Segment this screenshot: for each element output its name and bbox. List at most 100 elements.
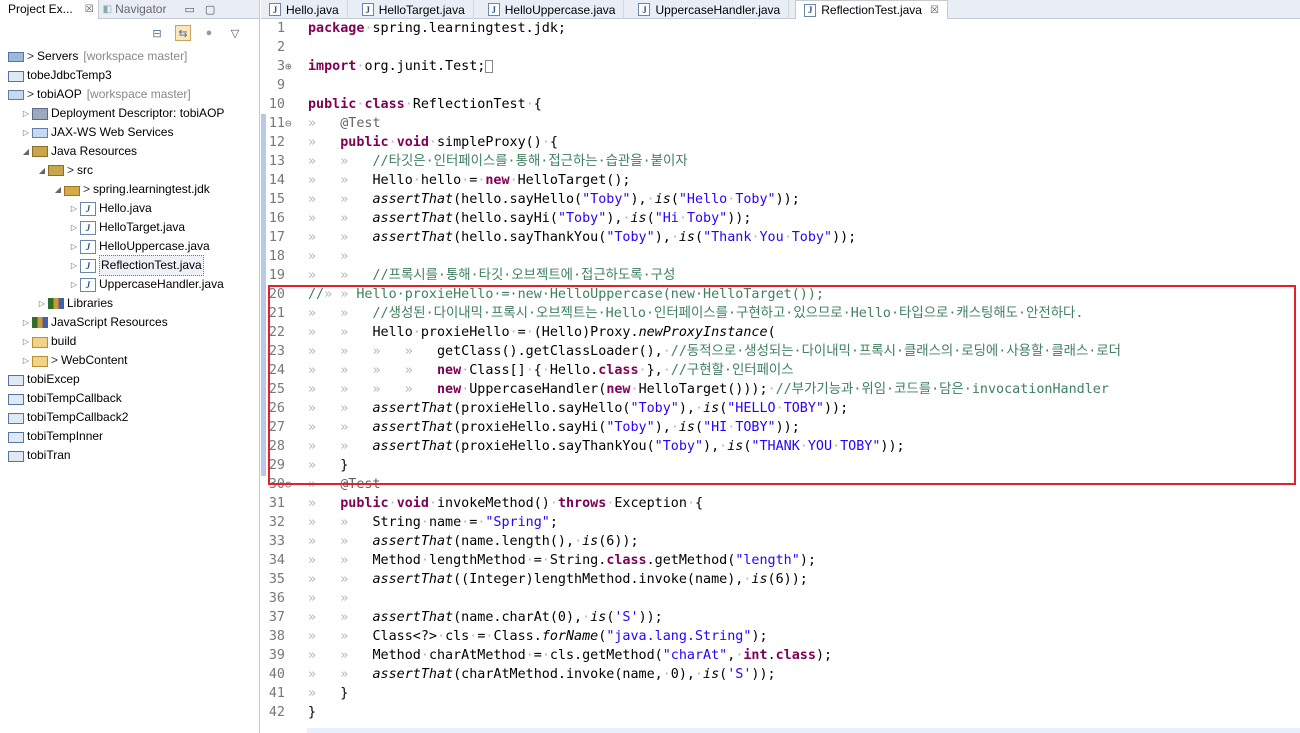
expand-arrow-icon[interactable]: ▷ [68, 237, 80, 256]
code-line[interactable]: 16 » » assertThat(hello.sayHi("Toby"),·is… [261, 209, 1300, 228]
code-line[interactable]: 22 » » Hello·proxieHello·=·(Hello)Proxy.n… [261, 323, 1300, 342]
code-line[interactable]: 34 » » Method·lengthMethod·=·String.class… [261, 551, 1300, 570]
link-with-editor-icon[interactable]: ⇆ [175, 25, 191, 41]
collapse-all-icon[interactable]: ⊟ [149, 25, 165, 41]
fold-toggle-icon[interactable]: ⊖ [285, 478, 292, 491]
code-line[interactable]: 38 » » Class<?>·cls·=·Class.forName("java… [261, 627, 1300, 646]
git-status-prefix: > [27, 49, 35, 63]
tree-item[interactable]: tobiExcep [0, 370, 259, 389]
line-number: 11 [268, 116, 285, 131]
tree-item[interactable]: ▷ Deployment Descriptor: tobiAOP [0, 104, 259, 123]
tree-item[interactable]: ▷ build [0, 332, 259, 351]
code-line[interactable]: 40 » » assertThat(charAtMethod.invoke(nam… [261, 665, 1300, 684]
code-line[interactable]: 20 //» » Hello·proxieHello·=·new·HelloUpp… [261, 285, 1300, 304]
fold-toggle-icon[interactable]: ⊕ [285, 60, 292, 73]
code-line[interactable]: 9 [261, 76, 1300, 95]
editor-tab[interactable]: J UppercaseHandler.java [630, 0, 790, 19]
tree-item[interactable]: ◢ Java Resources [0, 142, 259, 161]
code-line[interactable]: 26 » » assertThat(proxieHello.sayHello("T… [261, 399, 1300, 418]
fold-toggle-icon[interactable]: ⊖ [285, 117, 292, 130]
editor-tab[interactable]: J HelloUppercase.java [480, 0, 625, 19]
code-line[interactable]: 33 » » assertThat(name.length(),·is(6)); [261, 532, 1300, 551]
expand-arrow-icon[interactable]: ◢ [20, 142, 32, 161]
tree-item[interactable]: ▷ J ReflectionTest.java [0, 255, 259, 276]
code-line[interactable]: 21 » » //생성된·다이내믹·프록시·오브젝트는·Hello·인터페이스를·… [261, 304, 1300, 323]
maximize-icon[interactable]: ▢ [205, 3, 215, 16]
code-line[interactable]: 23 » » » » getClass().getClassLoader(),·/… [261, 342, 1300, 361]
close-icon[interactable]: ☒ [85, 4, 94, 15]
code-line[interactable]: 41 » } [261, 684, 1300, 703]
expand-arrow-icon[interactable]: ▷ [20, 313, 32, 332]
expand-arrow-icon[interactable]: ▷ [68, 199, 80, 218]
code-line[interactable]: 1 package·spring.learningtest.jdk; [261, 19, 1300, 38]
editor-tab[interactable]: J ReflectionTest.java ☒ [795, 0, 948, 19]
code-line[interactable]: 27 » » assertThat(proxieHello.sayHi("Toby… [261, 418, 1300, 437]
code-line[interactable]: 19 » » //프록시를·통해·타깃·오브젝트에·접근하도록·구성 [261, 266, 1300, 285]
tree-item[interactable]: tobeJdbcTemp3 [0, 66, 259, 85]
tree-item-label: Servers [37, 49, 79, 63]
code-line[interactable]: 42} [261, 703, 1300, 722]
tree-item[interactable]: ◢ > spring.learningtest.jdk [0, 180, 259, 199]
editor-tab[interactable]: J HelloTarget.java [354, 0, 474, 19]
expand-arrow-icon[interactable]: ▷ [20, 351, 32, 370]
tree-item[interactable]: ▷ JAX-WS Web Services [0, 123, 259, 142]
code-line[interactable]: 13 » » //타깃은·인터페이스를·통해·접근하는·습관을·붙이자 [261, 152, 1300, 171]
code-line[interactable]: 25 » » » » new·UppercaseHandler(new·Hello… [261, 380, 1300, 399]
tree-item[interactable]: ▷ JavaScript Resources [0, 313, 259, 332]
code-line[interactable]: 15 » » assertThat(hello.sayHello("Toby"),… [261, 190, 1300, 209]
code-line[interactable]: 37 » » assertThat(name.charAt(0),·is('S')… [261, 608, 1300, 627]
tab-navigator[interactable]: ◧ Navigator [99, 0, 171, 19]
tree-item[interactable]: tobiTempCallback2 [0, 408, 259, 427]
code-line[interactable]: 3⊕ import·org.junit.Test; [261, 57, 1300, 76]
code-line[interactable]: 18 » » [261, 247, 1300, 266]
code-editor: J Hello.java J HelloTarget.java J HelloUpperc… [261, 0, 1300, 733]
code-text: import·org.junit.Test; [308, 57, 494, 76]
tree-item[interactable]: ◢ > src [0, 161, 259, 180]
code-line[interactable]: 31 » public·void·invokeMethod()·throws·Ex… [261, 494, 1300, 513]
tree-item[interactable]: > tobiAOP [workspace master] [0, 85, 259, 104]
expand-arrow-icon[interactable]: ▷ [20, 332, 32, 351]
tree-item[interactable]: ▷ > WebContent [0, 351, 259, 370]
expand-arrow-icon[interactable]: ◢ [52, 180, 64, 199]
expand-arrow-icon[interactable]: ▷ [68, 256, 80, 275]
tree-item[interactable]: tobiTempInner [0, 427, 259, 446]
tree-item[interactable]: ▷ J UppercaseHandler.java [0, 275, 259, 294]
expand-arrow-icon[interactable]: ▷ [20, 123, 32, 142]
code-line[interactable]: 11⊖» @Test [261, 114, 1300, 133]
tree-item[interactable]: tobiTempCallback [0, 389, 259, 408]
code-line[interactable]: 39 » » Method·charAtMethod·=·cls.getMetho… [261, 646, 1300, 665]
tree-item[interactable]: ▷ J HelloTarget.java [0, 218, 259, 237]
tree-item[interactable]: tobiTran [0, 446, 259, 465]
view-menu-icon[interactable]: ▽ [227, 25, 243, 41]
code-line[interactable]: 29 » } [261, 456, 1300, 475]
expand-arrow-icon[interactable]: ▷ [68, 218, 80, 237]
code-line[interactable]: 35 » » assertThat((Integer)lengthMethod.i… [261, 570, 1300, 589]
navigator-icon: ◧ [102, 3, 113, 15]
expand-arrow-icon[interactable]: ▷ [36, 294, 48, 313]
tree-item[interactable]: ▷ Libraries [0, 294, 259, 313]
editor-tab[interactable]: J Hello.java [261, 0, 348, 19]
code-line[interactable]: 2 [261, 38, 1300, 57]
code-line[interactable]: 32 » » String·name·=·"Spring"; [261, 513, 1300, 532]
code-line[interactable]: 14 » » Hello·hello·=·new·HelloTarget(); [261, 171, 1300, 190]
code-line[interactable]: 30⊖» @Test [261, 475, 1300, 494]
close-icon[interactable]: ☒ [930, 5, 939, 16]
code-line[interactable]: 10 public·class·ReflectionTest·{ [261, 95, 1300, 114]
tab-project-explorer[interactable]: Project Ex... ☒ [0, 0, 99, 19]
tree-item[interactable]: > Servers [workspace master] [0, 47, 259, 66]
tree-item[interactable]: ▷ J Hello.java [0, 199, 259, 218]
code-area[interactable]: 1 package·spring.learningtest.jdk; 2 3⊕ impo… [261, 19, 1300, 733]
line-number-gutter: 27 [261, 418, 307, 437]
expand-arrow-icon[interactable]: ▷ [20, 104, 32, 123]
focus-icon[interactable]: ● [201, 25, 217, 41]
code-line[interactable]: 12 » public·void·simpleProxy()·{ [261, 133, 1300, 152]
code-line[interactable]: 24 » » » » new·Class[]·{·Hello.class·},·/… [261, 361, 1300, 380]
code-text: » » [308, 249, 349, 264]
code-line[interactable]: 28 » » assertThat(proxieHello.sayThankYou… [261, 437, 1300, 456]
code-line[interactable]: 17 » » assertThat(hello.sayThankYou("Toby… [261, 228, 1300, 247]
tree-item[interactable]: ▷ J HelloUppercase.java [0, 237, 259, 256]
code-line[interactable]: 36 » » [261, 589, 1300, 608]
expand-arrow-icon[interactable]: ▷ [68, 275, 80, 294]
expand-arrow-icon[interactable]: ◢ [36, 161, 48, 180]
minimize-icon[interactable]: ▭ [184, 3, 194, 16]
